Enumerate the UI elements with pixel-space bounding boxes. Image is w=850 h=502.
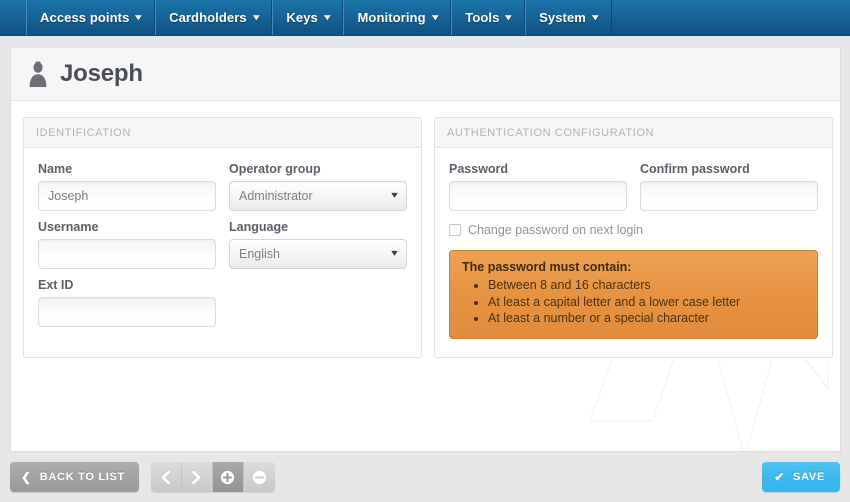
field-operator-group: Operator group Administrator ▾	[229, 162, 407, 211]
change-password-checkbox[interactable]	[449, 224, 461, 236]
field-language: Language English ▾	[229, 220, 407, 269]
change-password-label[interactable]: Change password on next login	[468, 223, 643, 237]
pager-remove-button[interactable]	[243, 462, 275, 492]
chevron-down-icon: ▾	[431, 12, 439, 22]
nav-item-system[interactable]: System ▾	[525, 0, 612, 35]
field-password: Password	[449, 162, 627, 211]
confirm-password-input[interactable]	[640, 181, 818, 211]
bottom-toolbar: ❮ BACK TO LIST ✔ SAVE	[0, 452, 850, 502]
chevron-left-icon	[162, 470, 171, 484]
field-username: Username	[38, 220, 216, 269]
chevron-down-icon: ▾	[252, 12, 260, 22]
password-requirements-title: The password must contain:	[462, 260, 632, 274]
content-card: Joseph IDENTIFICATION Name Operator grou…	[10, 48, 841, 452]
nav-label: Cardholders	[169, 10, 247, 25]
identification-panel: IDENTIFICATION Name Operator group Admin…	[23, 117, 422, 358]
back-to-list-label: BACK TO LIST	[39, 471, 125, 483]
minus-circle-icon	[252, 470, 267, 484]
save-button[interactable]: ✔ SAVE	[762, 462, 840, 492]
nav-item-monitoring[interactable]: Monitoring ▾	[343, 0, 452, 35]
password-rule: At least a number or a special character	[488, 310, 805, 327]
authentication-panel-heading: AUTHENTICATION CONFIGURATION	[435, 118, 832, 148]
back-to-list-button[interactable]: ❮ BACK TO LIST	[10, 462, 139, 492]
form-row: Ext ID	[38, 278, 407, 327]
nav-item-cardholders[interactable]: Cardholders ▾	[155, 0, 273, 35]
operator-group-select[interactable]: Administrator	[229, 181, 407, 211]
chevron-down-icon: ▾	[324, 12, 331, 22]
form-row: Password Confirm password	[449, 162, 818, 211]
user-icon	[29, 61, 47, 87]
password-requirements-alert: The password must contain: Between 8 and…	[449, 250, 818, 339]
form-row: Name Operator group Administrator ▾	[38, 162, 407, 211]
check-icon: ✔	[774, 470, 786, 484]
username-label: Username	[38, 220, 99, 234]
record-pager	[150, 462, 275, 492]
change-password-checkbox-row[interactable]: Change password on next login	[449, 223, 818, 237]
name-label: Name	[38, 162, 73, 176]
form-panels: IDENTIFICATION Name Operator group Admin…	[11, 101, 840, 358]
nav-label: Monitoring	[357, 10, 426, 25]
chevron-down-icon: ▾	[135, 12, 142, 22]
pager-add-button[interactable]	[212, 462, 244, 492]
password-rule: At least a capital letter and a lower ca…	[488, 294, 805, 311]
password-requirements-list: Between 8 and 16 characters At least a c…	[462, 277, 805, 327]
password-input[interactable]	[449, 181, 627, 211]
language-label: Language	[229, 220, 289, 234]
nav-label: System	[539, 10, 586, 25]
nav-label: Keys	[286, 10, 318, 25]
password-rule: Between 8 and 16 characters	[488, 277, 805, 294]
chevron-down-icon: ▾	[592, 12, 599, 22]
page-header: Joseph	[11, 48, 840, 101]
ext-id-input[interactable]	[38, 297, 216, 327]
field-name: Name	[38, 162, 216, 211]
confirm-password-label: Confirm password	[640, 162, 750, 176]
main-navigation: Access points ▾ Cardholders ▾ Keys ▾ Mon…	[0, 0, 850, 36]
identification-panel-body: Name Operator group Administrator ▾	[24, 148, 421, 354]
chevron-left-icon: ❮	[21, 470, 32, 484]
field-confirm-password: Confirm password	[640, 162, 818, 211]
chevron-down-icon: ▾	[505, 12, 512, 22]
nav-item-tools[interactable]: Tools ▾	[451, 0, 526, 35]
operator-group-label: Operator group	[229, 162, 321, 176]
chevron-right-icon	[192, 470, 201, 484]
plus-circle-icon	[221, 470, 235, 484]
page-title: Joseph	[60, 60, 143, 87]
language-select[interactable]: English	[229, 239, 407, 269]
field-ext-id: Ext ID	[38, 278, 216, 327]
ext-id-label: Ext ID	[38, 278, 74, 292]
pager-previous-button[interactable]	[150, 462, 182, 492]
nav-label: Tools	[465, 10, 500, 25]
save-button-label: SAVE	[793, 471, 825, 483]
password-label: Password	[449, 162, 509, 176]
authentication-panel-body: Password Confirm password Change passwor…	[435, 148, 832, 357]
nav-item-keys[interactable]: Keys ▾	[272, 0, 344, 35]
field-spacer	[229, 278, 407, 327]
username-input[interactable]	[38, 239, 216, 269]
name-input[interactable]	[38, 181, 216, 211]
authentication-panel: AUTHENTICATION CONFIGURATION Password Co…	[434, 117, 833, 358]
pager-next-button[interactable]	[181, 462, 213, 492]
nav-label: Access points	[40, 10, 130, 25]
nav-item-access-points[interactable]: Access points ▾	[26, 0, 156, 35]
identification-panel-heading: IDENTIFICATION	[24, 118, 421, 148]
form-row: Username Language English ▾	[38, 220, 407, 269]
